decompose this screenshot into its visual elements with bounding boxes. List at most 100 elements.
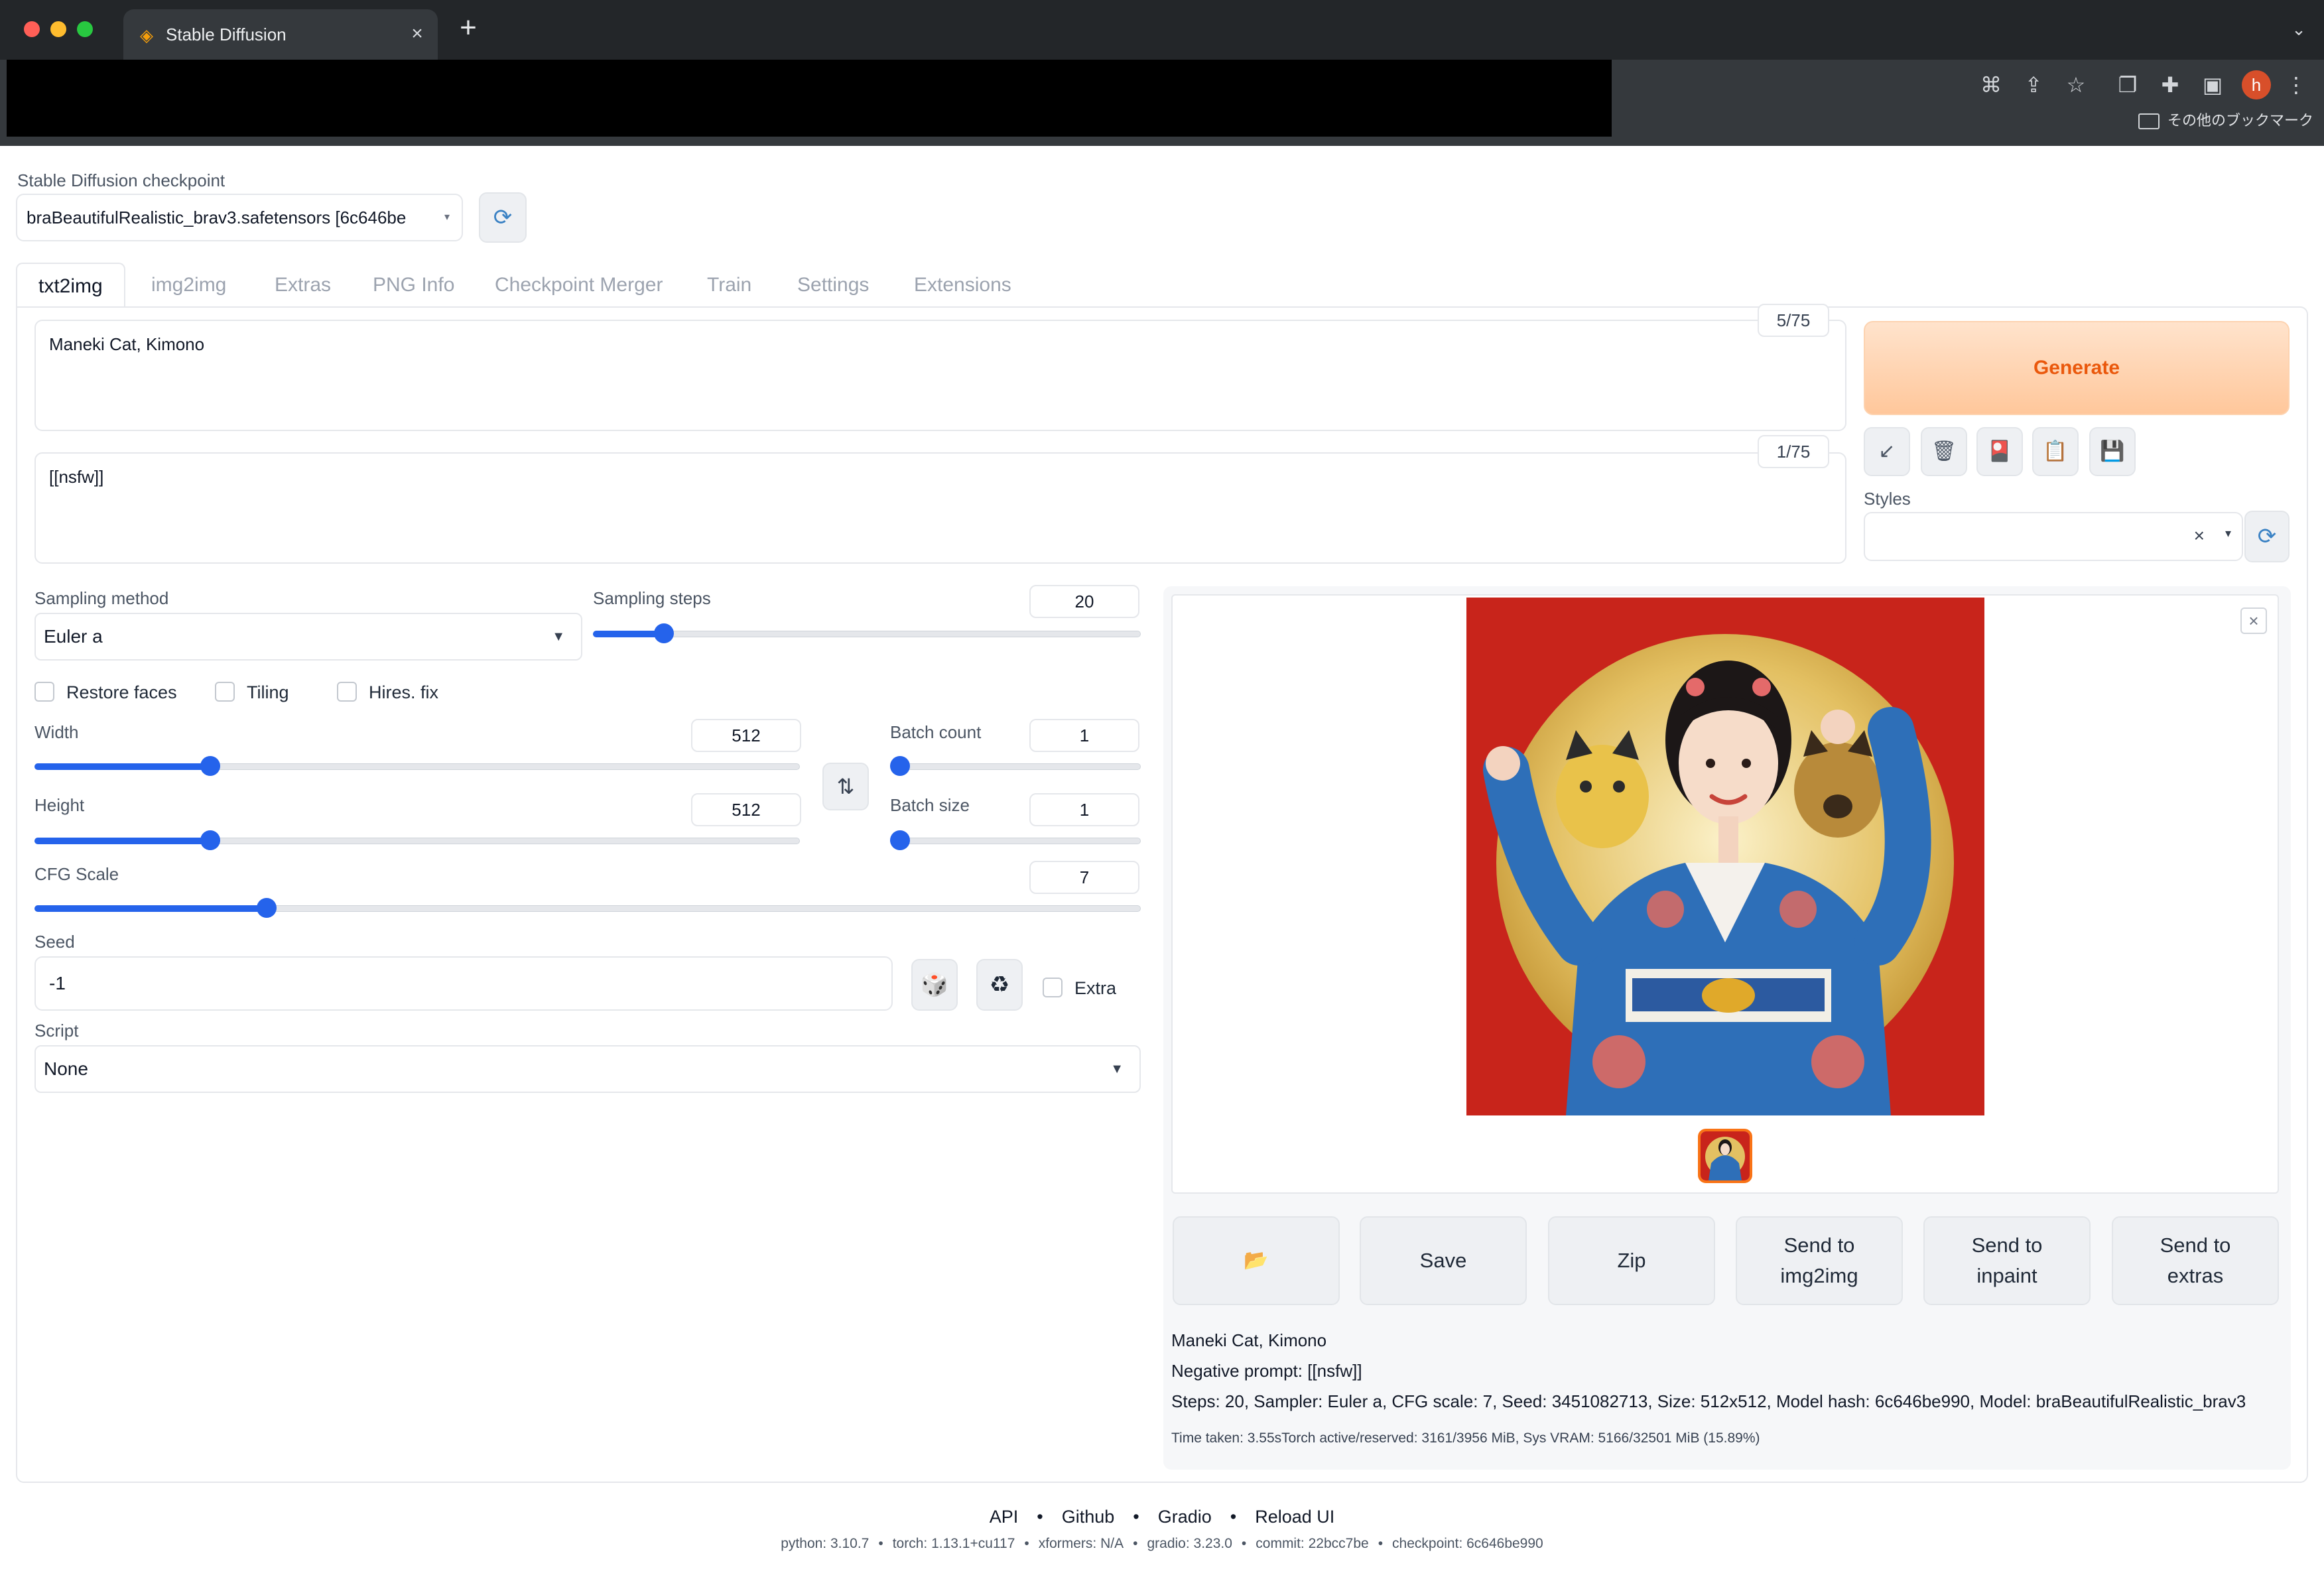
profile-avatar[interactable]: h: [2242, 70, 2271, 99]
reuse-seed-button[interactable]: ♻: [976, 959, 1023, 1011]
styles-select[interactable]: × ▾: [1864, 512, 2243, 561]
tab-settings[interactable]: Settings: [797, 263, 869, 308]
generate-button[interactable]: Generate: [1864, 321, 2290, 415]
sampling-steps-input[interactable]: 20: [1029, 585, 1139, 618]
script-select[interactable]: None ▼: [34, 1045, 1141, 1093]
sampling-steps-slider[interactable]: [593, 623, 1141, 643]
checkpoint-select[interactable]: braBeautifulRealistic_brav3.safetensors …: [16, 194, 463, 241]
footer-separator: •: [1241, 1536, 1247, 1551]
slider-track: [890, 763, 1141, 770]
trash-icon: 🗑: [1931, 440, 1957, 462]
sampling-method-select[interactable]: Euler a ▼: [34, 613, 582, 661]
cfg-scale-slider[interactable]: [34, 898, 1141, 918]
extra-seed-checkbox[interactable]: [1043, 978, 1063, 997]
width-slider[interactable]: [34, 756, 800, 776]
slider-thumb[interactable]: [890, 756, 910, 776]
save-button[interactable]: Save: [1360, 1216, 1527, 1305]
tab-png-info[interactable]: PNG Info: [373, 263, 454, 308]
zip-button[interactable]: Zip: [1548, 1216, 1715, 1305]
copy-icon[interactable]: ❐: [2113, 70, 2142, 99]
card-icon: 🎴: [1987, 440, 2012, 462]
generation-info-prompt: Maneki Cat, Kimono: [1171, 1330, 1327, 1350]
bookmark-star-icon[interactable]: ☆: [2061, 70, 2091, 99]
random-seed-button[interactable]: 🎲: [911, 959, 958, 1011]
batch-size-input[interactable]: 1: [1029, 793, 1139, 826]
translate-icon[interactable]: ⌘: [1976, 70, 2006, 99]
version-checkpoint: checkpoint: 6c646be990: [1392, 1536, 1543, 1551]
checkpoint-value: braBeautifulRealistic_brav3.safetensors …: [27, 208, 407, 227]
footer-link-gradio[interactable]: Gradio: [1158, 1507, 1212, 1527]
generated-image[interactable]: [1466, 598, 1984, 1115]
slider-thumb[interactable]: [654, 623, 675, 643]
save-icon: 💾: [2100, 440, 2125, 462]
cfg-scale-label: CFG Scale: [34, 864, 119, 884]
share-icon[interactable]: ⇪: [2019, 70, 2048, 99]
side-panel-icon[interactable]: ▣: [2198, 70, 2227, 99]
other-bookmarks[interactable]: その他のブックマーク: [2138, 105, 2313, 137]
save-style-button[interactable]: 💾: [2089, 427, 2136, 476]
slider-thumb[interactable]: [200, 756, 221, 776]
close-window-icon[interactable]: [24, 21, 40, 37]
send-to-inpaint-button[interactable]: Send to inpaint: [1923, 1216, 2091, 1305]
new-tab-icon[interactable]: +: [455, 13, 482, 42]
slider-thumb[interactable]: [257, 898, 277, 918]
clear-styles-icon[interactable]: ×: [2194, 525, 2205, 546]
version-gradio: gradio: 3.23.0: [1147, 1536, 1232, 1551]
footer-link-api[interactable]: API: [990, 1507, 1019, 1527]
prompt-textarea[interactable]: Maneki Cat, Kimono: [34, 320, 1846, 431]
minimize-window-icon[interactable]: [50, 21, 66, 37]
tab-search-chevron-icon[interactable]: ⌄: [2288, 19, 2309, 40]
footer-separator: •: [1133, 1507, 1139, 1527]
tab-train[interactable]: Train: [707, 263, 751, 308]
height-label: Height: [34, 795, 85, 815]
close-gallery-icon[interactable]: ×: [2240, 607, 2267, 634]
apply-style-button[interactable]: 📋: [2032, 427, 2079, 476]
height-slider[interactable]: [34, 830, 800, 850]
send-to-extras-button[interactable]: Send to extras: [2112, 1216, 2279, 1305]
tab-extras[interactable]: Extras: [275, 263, 331, 308]
close-tab-icon[interactable]: ×: [406, 23, 428, 45]
tiling-checkbox[interactable]: [215, 682, 235, 702]
folder-icon: [2138, 113, 2160, 130]
height-input[interactable]: 512: [691, 793, 801, 826]
read-params-button[interactable]: ↙: [1864, 427, 1910, 476]
batch-count-input[interactable]: 1: [1029, 719, 1139, 752]
tab-checkpoint-merger[interactable]: Checkpoint Merger: [495, 263, 663, 308]
generation-info-params: Steps: 20, Sampler: Euler a, CFG scale: …: [1171, 1391, 2246, 1411]
width-input[interactable]: 512: [691, 719, 801, 752]
swap-dimensions-button[interactable]: ⇅: [822, 763, 869, 810]
maximize-window-icon[interactable]: [77, 21, 93, 37]
send-to-img2img-button[interactable]: Send to img2img: [1736, 1216, 1903, 1305]
extensions-icon[interactable]: ✚: [2156, 70, 2185, 99]
slider-thumb[interactable]: [200, 830, 221, 850]
version-xformers: xformers: N/A: [1038, 1536, 1124, 1551]
seed-input[interactable]: -1: [34, 956, 893, 1011]
arrow-down-left-icon: ↙: [1878, 440, 1896, 462]
footer-links: API • Github • Gradio • Reload UI: [0, 1505, 2324, 1528]
restore-faces-checkbox[interactable]: [34, 682, 54, 702]
open-folder-button[interactable]: 📂: [1173, 1216, 1340, 1305]
browser-menu-icon[interactable]: ⋮: [2282, 70, 2311, 99]
cfg-scale-input[interactable]: 7: [1029, 861, 1139, 894]
send-to-img2img-line1: Send to: [1783, 1234, 1855, 1257]
tab-img2img[interactable]: img2img: [151, 263, 226, 308]
browser-tab[interactable]: ◈ Stable Diffusion ×: [123, 9, 438, 60]
sampling-method-label: Sampling method: [34, 588, 169, 608]
tab-extensions[interactable]: Extensions: [914, 263, 1011, 308]
footer-link-reload-ui[interactable]: Reload UI: [1255, 1507, 1334, 1527]
tab-txt2img[interactable]: txt2img: [16, 263, 125, 308]
clear-prompt-button[interactable]: 🗑: [1921, 427, 1967, 476]
slider-thumb[interactable]: [890, 830, 910, 850]
batch-count-slider[interactable]: [890, 756, 1141, 776]
refresh-checkpoint-button[interactable]: ⟳: [479, 192, 527, 243]
prompt-token-counter: 5/75: [1758, 304, 1829, 337]
dropdown-arrow-icon: ▼: [1110, 1062, 1124, 1076]
batch-size-slider[interactable]: [890, 830, 1141, 850]
footer-link-github[interactable]: Github: [1062, 1507, 1115, 1527]
negative-prompt-textarea[interactable]: [[nsfw]]: [34, 452, 1846, 564]
refresh-styles-button[interactable]: ⟳: [2244, 511, 2290, 562]
slider-fill: [34, 905, 267, 912]
gallery-thumbnail[interactable]: [1698, 1129, 1752, 1183]
hires-fix-checkbox[interactable]: [337, 682, 357, 702]
extra-networks-button[interactable]: 🎴: [1976, 427, 2023, 476]
